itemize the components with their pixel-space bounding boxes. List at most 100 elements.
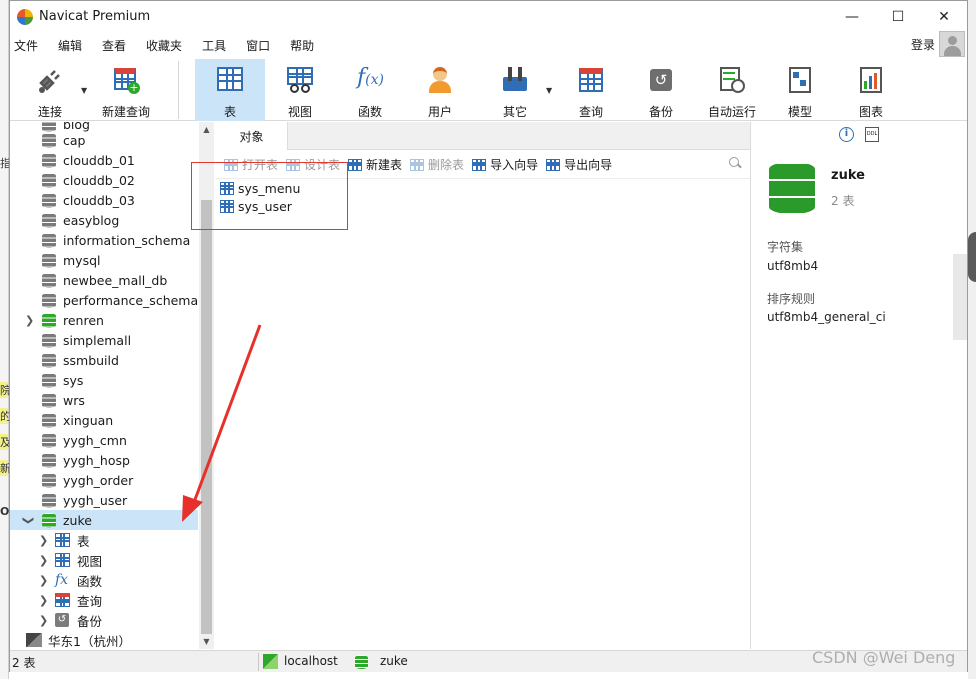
collation-label: 排序规则 (767, 292, 816, 306)
status-database: zuke (380, 654, 408, 668)
main-toolbar: 连接 ▼ + 新建查询 表 视图 f(x) 函数 用户 其它 ▼ 查询 ↺ 备份… (10, 59, 967, 121)
delete-table-button[interactable]: 删除表 (410, 156, 464, 173)
tree-item-clouddb-01[interactable]: clouddb_01 (10, 150, 198, 170)
new-query-button[interactable]: + 新建查询 (96, 59, 156, 121)
chevron-right-icon[interactable]: ❯ (39, 574, 48, 587)
tree-item-ssmbuild[interactable]: ssmbuild (10, 350, 198, 370)
import-icon (472, 158, 487, 171)
chevron-right-icon[interactable]: ❯ (39, 614, 48, 627)
tree-item-newbee-mall-db[interactable]: newbee_mall_db (10, 270, 198, 290)
login-link[interactable]: 登录 (911, 36, 935, 53)
chevron-right-icon[interactable]: ❯ (25, 314, 34, 327)
tree-item-xinguan[interactable]: xinguan (10, 410, 198, 430)
connect-dropdown-icon[interactable]: ▼ (81, 86, 87, 95)
tree-item-wrs[interactable]: wrs (10, 390, 198, 410)
import-wizard-button[interactable]: 导入向导 (472, 156, 538, 173)
tree-item-yygh-cmn[interactable]: yygh_cmn (10, 430, 198, 450)
tree-item-renren[interactable]: ❯ renren (10, 310, 198, 330)
tree-item-backups[interactable]: ❯ ↺ 备份 (10, 610, 198, 630)
database-icon (42, 232, 56, 248)
gear-icon (968, 232, 976, 282)
table-button[interactable]: 表 (195, 59, 265, 121)
function-icon: f(x) (357, 65, 384, 90)
tree-item-zuke[interactable]: ❯ zuke (10, 510, 198, 530)
chevron-right-icon[interactable]: ❯ (39, 594, 48, 607)
other-dropdown-icon[interactable]: ▼ (546, 86, 552, 95)
tree-item-tables[interactable]: ❯ 表 (10, 530, 198, 550)
close-button[interactable]: ✕ (921, 1, 967, 32)
model-icon (785, 65, 815, 95)
title-bar: Navicat Premium — ☐ ✕ (10, 1, 967, 32)
chevron-right-icon[interactable]: ❯ (39, 554, 48, 567)
chart-icon (856, 65, 886, 95)
database-icon (42, 272, 56, 288)
new-table-icon (348, 158, 363, 171)
menu-favorites[interactable]: 收藏夹 (136, 37, 192, 54)
chevron-right-icon[interactable]: ❯ (39, 534, 48, 547)
info-scrollbar[interactable] (953, 254, 967, 340)
tree-item-clouddb-02[interactable]: clouddb_02 (10, 170, 198, 190)
tab-objects[interactable]: 对象 (216, 122, 288, 150)
menu-edit[interactable]: 编辑 (48, 37, 92, 54)
user-button[interactable]: 用户 (415, 59, 465, 121)
database-icon (42, 152, 56, 168)
avatar[interactable] (939, 31, 965, 57)
database-icon (42, 332, 56, 348)
backup-button[interactable]: ↺ 备份 (636, 59, 686, 121)
menu-view[interactable]: 查看 (92, 37, 136, 54)
chart-button[interactable]: 图表 (846, 59, 896, 121)
search-icon[interactable] (729, 157, 742, 170)
tree-item-yygh-user[interactable]: yygh_user (10, 490, 198, 510)
connection-tree[interactable]: blog cap clouddb_01 clouddb_02 clouddb_0… (10, 122, 198, 649)
scroll-thumb[interactable] (201, 200, 212, 634)
tree-item-yygh-hosp[interactable]: yygh_hosp (10, 450, 198, 470)
export-icon (546, 158, 561, 171)
maximize-button[interactable]: ☐ (875, 1, 921, 32)
table-icon (215, 65, 245, 95)
scroll-up-icon[interactable]: ▲ (199, 122, 214, 137)
tree-item-simplemall[interactable]: simplemall (10, 330, 198, 350)
new-table-button[interactable]: 新建表 (348, 156, 402, 173)
database-icon (42, 372, 56, 388)
automation-button[interactable]: 自动运行 (704, 59, 760, 121)
query-button[interactable]: 查询 (566, 59, 616, 121)
tree-item-easyblog[interactable]: easyblog (10, 210, 198, 230)
database-large-icon (769, 162, 815, 214)
navicat-window: Navicat Premium — ☐ ✕ 文件 编辑 查看 收藏夹 工具 窗口… (9, 0, 968, 672)
database-icon (42, 492, 56, 508)
database-open-icon (42, 512, 56, 528)
scroll-down-icon[interactable]: ▼ (199, 634, 214, 649)
annotation-highlight-box (191, 162, 348, 230)
ddl-icon[interactable]: DDL (865, 127, 879, 142)
chevron-down-icon[interactable]: ❯ (22, 515, 35, 524)
model-button[interactable]: 模型 (775, 59, 825, 121)
view-button[interactable]: 视图 (275, 59, 325, 121)
connect-button[interactable]: 连接 (28, 59, 72, 121)
tree-item-queries[interactable]: ❯ 查询 (10, 590, 198, 610)
tree-item-cap[interactable]: cap (10, 130, 198, 150)
info-icon[interactable]: i (839, 127, 854, 142)
tree-item-information-schema[interactable]: information_schema (10, 230, 198, 250)
tree-item-clouddb-03[interactable]: clouddb_03 (10, 190, 198, 210)
other-button[interactable]: 其它 (490, 59, 540, 121)
info-panel: i DDL zuke 2 表 字符集 utf8mb4 排序规则 utf8mb4_… (750, 122, 967, 649)
tree-item-sys[interactable]: sys (10, 370, 198, 390)
database-icon (42, 172, 56, 188)
menu-window[interactable]: 窗口 (236, 37, 280, 54)
tree-item-mysql[interactable]: mysql (10, 250, 198, 270)
menu-help[interactable]: 帮助 (280, 37, 324, 54)
function-button[interactable]: f(x) 函数 (345, 59, 395, 121)
minimize-button[interactable]: — (829, 1, 875, 32)
view-icon (285, 65, 315, 95)
background-window-left: 指 院 的 及 新 O (0, 0, 11, 679)
database-icon (42, 352, 56, 368)
tree-item-connection-huadong[interactable]: 华东1（杭州） (10, 630, 198, 649)
tree-item-functions[interactable]: ❯ fx 函数 (10, 570, 198, 590)
tree-item-yygh-order[interactable]: yygh_order (10, 470, 198, 490)
tree-item-views[interactable]: ❯ 视图 (10, 550, 198, 570)
export-wizard-button[interactable]: 导出向导 (546, 156, 612, 173)
database-icon (42, 192, 56, 208)
menu-file[interactable]: 文件 (10, 37, 48, 54)
tree-item-performance-schema[interactable]: performance_schema (10, 290, 198, 310)
menu-tools[interactable]: 工具 (192, 37, 236, 54)
